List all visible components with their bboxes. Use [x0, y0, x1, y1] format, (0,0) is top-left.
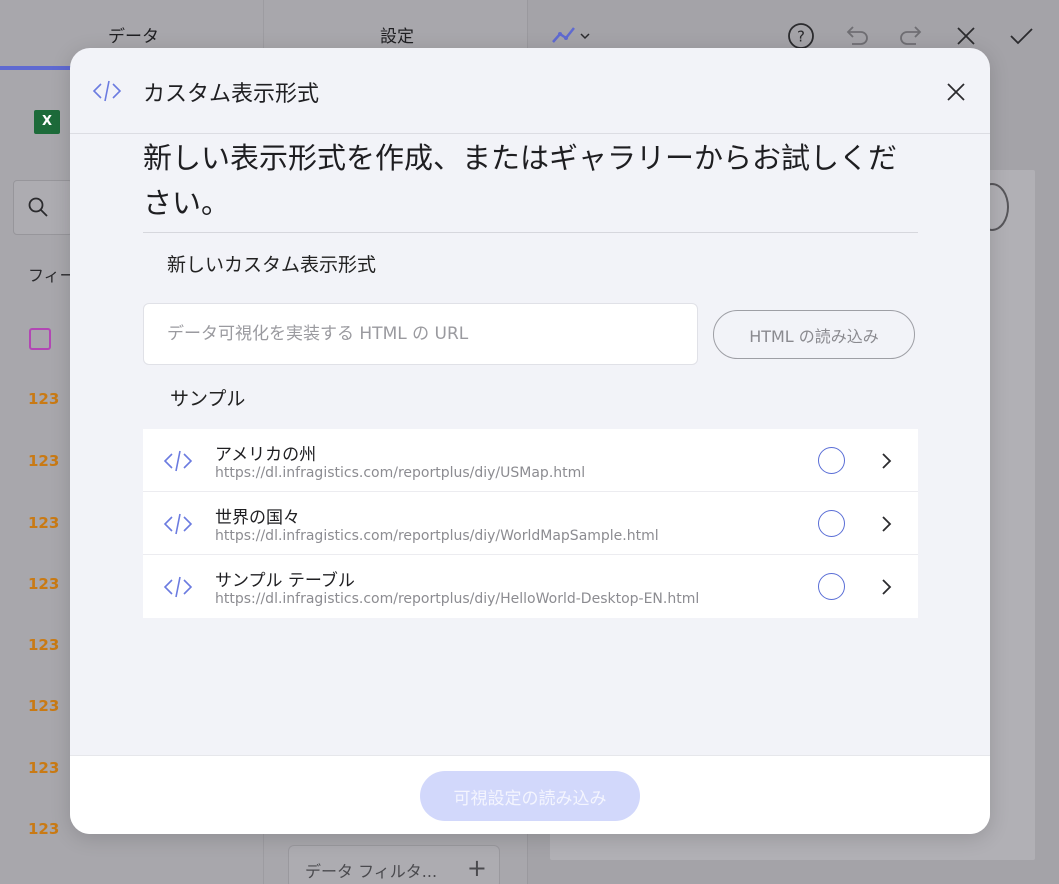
sample-item-sample-table[interactable]: サンプル テーブル https://dl.infragistics.com/re…: [143, 555, 918, 618]
add-icon: +: [466, 854, 487, 882]
line-chart-icon[interactable]: [550, 22, 596, 50]
sample-item-world-countries[interactable]: 世界の国々 https://dl.infragistics.com/report…: [143, 492, 918, 555]
load-html-button[interactable]: HTML の読み込み: [713, 310, 915, 359]
sample-url: https://dl.infragistics.com/reportplus/d…: [215, 465, 586, 481]
close-icon[interactable]: [942, 78, 970, 106]
sample-url: https://dl.infragistics.com/reportplus/d…: [215, 528, 659, 544]
chevron-right-icon[interactable]: [878, 575, 896, 599]
number-type-icon: 123: [28, 820, 60, 838]
chevron-right-icon[interactable]: [878, 449, 896, 473]
sample-title: 世界の国々: [215, 508, 300, 528]
code-icon: [163, 450, 193, 472]
number-type-icon: 123: [28, 759, 60, 777]
number-type-icon: 123: [28, 697, 60, 715]
dialog-footer: 可視設定の読み込み: [70, 755, 990, 834]
tab-data[interactable]: データ: [108, 22, 159, 47]
code-icon: [163, 513, 193, 535]
sample-radio[interactable]: [818, 573, 845, 600]
sample-list: アメリカの州 https://dl.infragistics.com/repor…: [143, 429, 918, 618]
load-visualization-button[interactable]: 可視設定の読み込み: [420, 771, 640, 821]
calendar-icon: [29, 328, 51, 350]
number-type-icon: 123: [28, 390, 60, 408]
sample-title: アメリカの州: [215, 445, 317, 465]
fields-heading: フィー: [28, 266, 76, 285]
redo-icon[interactable]: [897, 22, 925, 50]
svg-text:?: ?: [797, 28, 805, 46]
search-icon: [28, 197, 48, 217]
help-icon[interactable]: ?: [787, 22, 815, 50]
sample-item-us-states[interactable]: アメリカの州 https://dl.infragistics.com/repor…: [143, 429, 918, 492]
number-type-icon: 123: [28, 514, 60, 532]
dialog-title: カスタム表示形式: [143, 82, 320, 107]
code-icon: [163, 576, 193, 598]
new-visualization-label: 新しいカスタム表示形式: [167, 254, 377, 276]
sample-title: サンプル テーブル: [215, 571, 355, 591]
data-filter-label: データ フィルタ...: [305, 862, 438, 881]
excel-icon: X: [34, 110, 60, 134]
sample-url: https://dl.infragistics.com/reportplus/d…: [215, 591, 700, 607]
data-filter-button[interactable]: データ フィルタ... +: [288, 845, 500, 884]
sample-radio[interactable]: [818, 447, 845, 474]
dialog-header: カスタム表示形式: [70, 48, 990, 134]
undo-icon[interactable]: [843, 22, 871, 50]
number-type-icon: 123: [28, 452, 60, 470]
custom-visualization-dialog: カスタム表示形式 新しい表示形式を作成、またはギャラリーからお試しください。 新…: [70, 48, 990, 834]
tab-settings[interactable]: 設定: [380, 22, 414, 47]
html-url-input[interactable]: [143, 303, 698, 365]
number-type-icon: 123: [28, 636, 60, 654]
sample-radio[interactable]: [818, 510, 845, 537]
samples-label: サンプル: [170, 388, 246, 410]
check-icon[interactable]: [1007, 22, 1035, 50]
chevron-right-icon[interactable]: [878, 512, 896, 536]
code-icon: [92, 80, 122, 102]
dialog-intro: 新しい表示形式を作成、またはギャラリーからお試しください。: [143, 136, 918, 233]
close-editor-icon[interactable]: [952, 22, 980, 50]
number-type-icon: 123: [28, 575, 60, 593]
